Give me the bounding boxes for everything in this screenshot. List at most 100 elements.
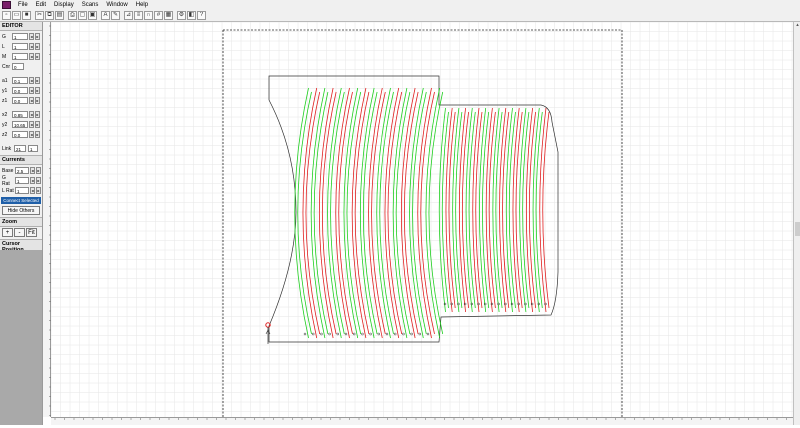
spin-icon[interactable]: ◂ bbox=[29, 43, 34, 50]
zoom-controls: + - Fit bbox=[0, 228, 42, 237]
spin-icon[interactable]: ▸ bbox=[35, 87, 40, 94]
spin-icon[interactable]: ◂ bbox=[29, 53, 34, 60]
connect-selected-button[interactable]: Connect Selected bbox=[1, 197, 41, 204]
open-folder-icon[interactable]: ▭ bbox=[12, 11, 21, 20]
spin-icon[interactable]: ▸ bbox=[35, 121, 40, 128]
menu-file[interactable]: File bbox=[14, 0, 32, 10]
menu-scans[interactable]: Scans bbox=[78, 0, 103, 10]
vertical-ruler-ticks bbox=[49, 25, 51, 416]
save-icon[interactable]: ■ bbox=[22, 11, 31, 20]
select-icon[interactable]: ▢ bbox=[78, 11, 87, 20]
terminal-mark bbox=[361, 332, 364, 336]
terminal-mark bbox=[320, 332, 323, 336]
spin-icon[interactable]: ▸ bbox=[35, 77, 40, 84]
terminal-mark bbox=[328, 332, 331, 336]
toolbar: ▫ ▭ ■ ✂ ⧉ ▤ ⎙ ▢ ▣ A ✎ ⊿ ≡ ∩ # ▦ ⚙ ◧ ? bbox=[0, 10, 800, 22]
draw-icon[interactable]: ✎ bbox=[111, 11, 120, 20]
coil-group bbox=[294, 87, 550, 339]
paste-icon[interactable]: ▤ bbox=[55, 11, 64, 20]
spin-icon[interactable]: ▸ bbox=[35, 97, 40, 104]
spin-icon[interactable]: ◂ bbox=[30, 167, 35, 174]
param-label: y2 bbox=[2, 121, 8, 128]
panel-empty-area bbox=[0, 250, 42, 425]
coil-line[interactable] bbox=[294, 87, 309, 339]
param-label: z2 bbox=[2, 131, 8, 138]
param-y1-input[interactable]: 0.0 bbox=[12, 87, 28, 94]
param-l-input[interactable]: 1 bbox=[12, 43, 28, 50]
layers-icon[interactable]: ▦ bbox=[164, 11, 173, 20]
spin-icon[interactable]: ▸ bbox=[35, 33, 40, 40]
editor-title: EDITOR bbox=[0, 22, 42, 31]
menu-help[interactable]: Help bbox=[132, 0, 152, 10]
spin-icon[interactable]: ◂ bbox=[29, 33, 34, 40]
param-z1-input[interactable]: 0.0 bbox=[12, 97, 28, 104]
spin-icon[interactable]: ▸ bbox=[35, 43, 40, 50]
spin-icon[interactable]: ▸ bbox=[36, 177, 41, 184]
param-z2-input[interactable]: 0.0 bbox=[12, 131, 28, 138]
terminal-mark bbox=[377, 332, 381, 336]
cnr-input[interactable]: 0 bbox=[12, 63, 24, 70]
param-x2-input[interactable]: 0.85 bbox=[12, 111, 28, 118]
print-icon[interactable]: ⎙ bbox=[68, 11, 77, 20]
app-logo-icon bbox=[2, 1, 11, 9]
menu-edit[interactable]: Edit bbox=[32, 0, 50, 10]
spin-icon[interactable]: ▸ bbox=[35, 53, 40, 60]
param-label: L bbox=[2, 43, 5, 50]
spin-icon[interactable]: ▸ bbox=[35, 111, 40, 118]
spin-icon[interactable]: ▸ bbox=[36, 187, 41, 194]
magnet-icon[interactable]: ∩ bbox=[144, 11, 153, 20]
zoom-in-button[interactable]: + bbox=[2, 228, 13, 237]
scroll-up-icon[interactable]: ▴ bbox=[794, 22, 800, 29]
spin-icon[interactable]: ◂ bbox=[29, 121, 34, 128]
spin-icon[interactable]: ◂ bbox=[29, 87, 34, 94]
link-label: Link bbox=[2, 145, 12, 152]
param-g-input[interactable]: 1 bbox=[12, 33, 28, 40]
select-box-icon[interactable]: ▣ bbox=[88, 11, 97, 20]
camera-icon[interactable]: ◧ bbox=[187, 11, 196, 20]
spin-icon[interactable]: ▸ bbox=[35, 131, 40, 138]
zoom-out-button[interactable]: - bbox=[14, 228, 25, 237]
grid-lines bbox=[50, 21, 793, 417]
param-row-g: G 1 ◂ ▸ bbox=[0, 32, 42, 41]
l-rat-input[interactable]: 1 bbox=[15, 187, 29, 194]
scroll-thumb[interactable] bbox=[795, 222, 800, 236]
grid-icon[interactable]: # bbox=[154, 11, 163, 20]
drawing-canvas[interactable] bbox=[50, 21, 793, 417]
spin-icon[interactable]: ◂ bbox=[29, 111, 34, 118]
spin-icon[interactable]: ◂ bbox=[30, 177, 35, 184]
spin-icon[interactable]: ◂ bbox=[29, 97, 34, 104]
vertical-scrollbar[interactable]: ▴ bbox=[793, 22, 800, 425]
link-input-2[interactable]: 1 bbox=[28, 145, 38, 152]
vertical-ruler bbox=[43, 22, 51, 417]
new-file-icon[interactable]: ▫ bbox=[2, 11, 11, 20]
currents-row-grat: G Rat 1 ◂ ▸ bbox=[0, 175, 42, 187]
param-a1-input[interactable]: 0.1 bbox=[12, 77, 28, 84]
zoom-fit-button[interactable]: Fit bbox=[26, 228, 37, 237]
menu-display[interactable]: Display bbox=[50, 0, 78, 10]
spin-icon[interactable]: ◂ bbox=[29, 131, 34, 138]
copy-icon[interactable]: ⧉ bbox=[45, 11, 54, 20]
base-input[interactable]: 2.5 bbox=[15, 167, 29, 174]
param-label: x2 bbox=[2, 111, 8, 118]
menu-window[interactable]: Window bbox=[102, 0, 131, 10]
coil-icon[interactable]: ≡ bbox=[134, 11, 143, 20]
cut-icon[interactable]: ✂ bbox=[35, 11, 44, 20]
param-row-y1: y1 0.0 ◂ ▸ bbox=[0, 86, 42, 95]
spin-icon[interactable]: ◂ bbox=[29, 77, 34, 84]
g-rat-input[interactable]: 1 bbox=[15, 177, 29, 184]
terminal-mark bbox=[418, 332, 422, 336]
text-icon[interactable]: A bbox=[101, 11, 110, 20]
param-y2-input[interactable]: 10.65 bbox=[12, 121, 28, 128]
hide-others-button[interactable]: Hide Others bbox=[2, 206, 40, 215]
link-input-1[interactable]: 21 bbox=[14, 145, 26, 152]
measure-icon[interactable]: ⊿ bbox=[124, 11, 133, 20]
terminal-mark bbox=[369, 332, 372, 336]
canvas-svg[interactable] bbox=[50, 21, 793, 417]
spin-icon[interactable]: ◂ bbox=[30, 187, 35, 194]
settings-icon[interactable]: ⚙ bbox=[177, 11, 186, 20]
param-label: z1 bbox=[2, 97, 8, 104]
param-row-a1: a1 0.1 ◂ ▸ bbox=[0, 76, 42, 85]
param-m-input[interactable]: 1 bbox=[12, 53, 28, 60]
help-icon[interactable]: ? bbox=[197, 11, 206, 20]
spin-icon[interactable]: ▸ bbox=[36, 167, 41, 174]
